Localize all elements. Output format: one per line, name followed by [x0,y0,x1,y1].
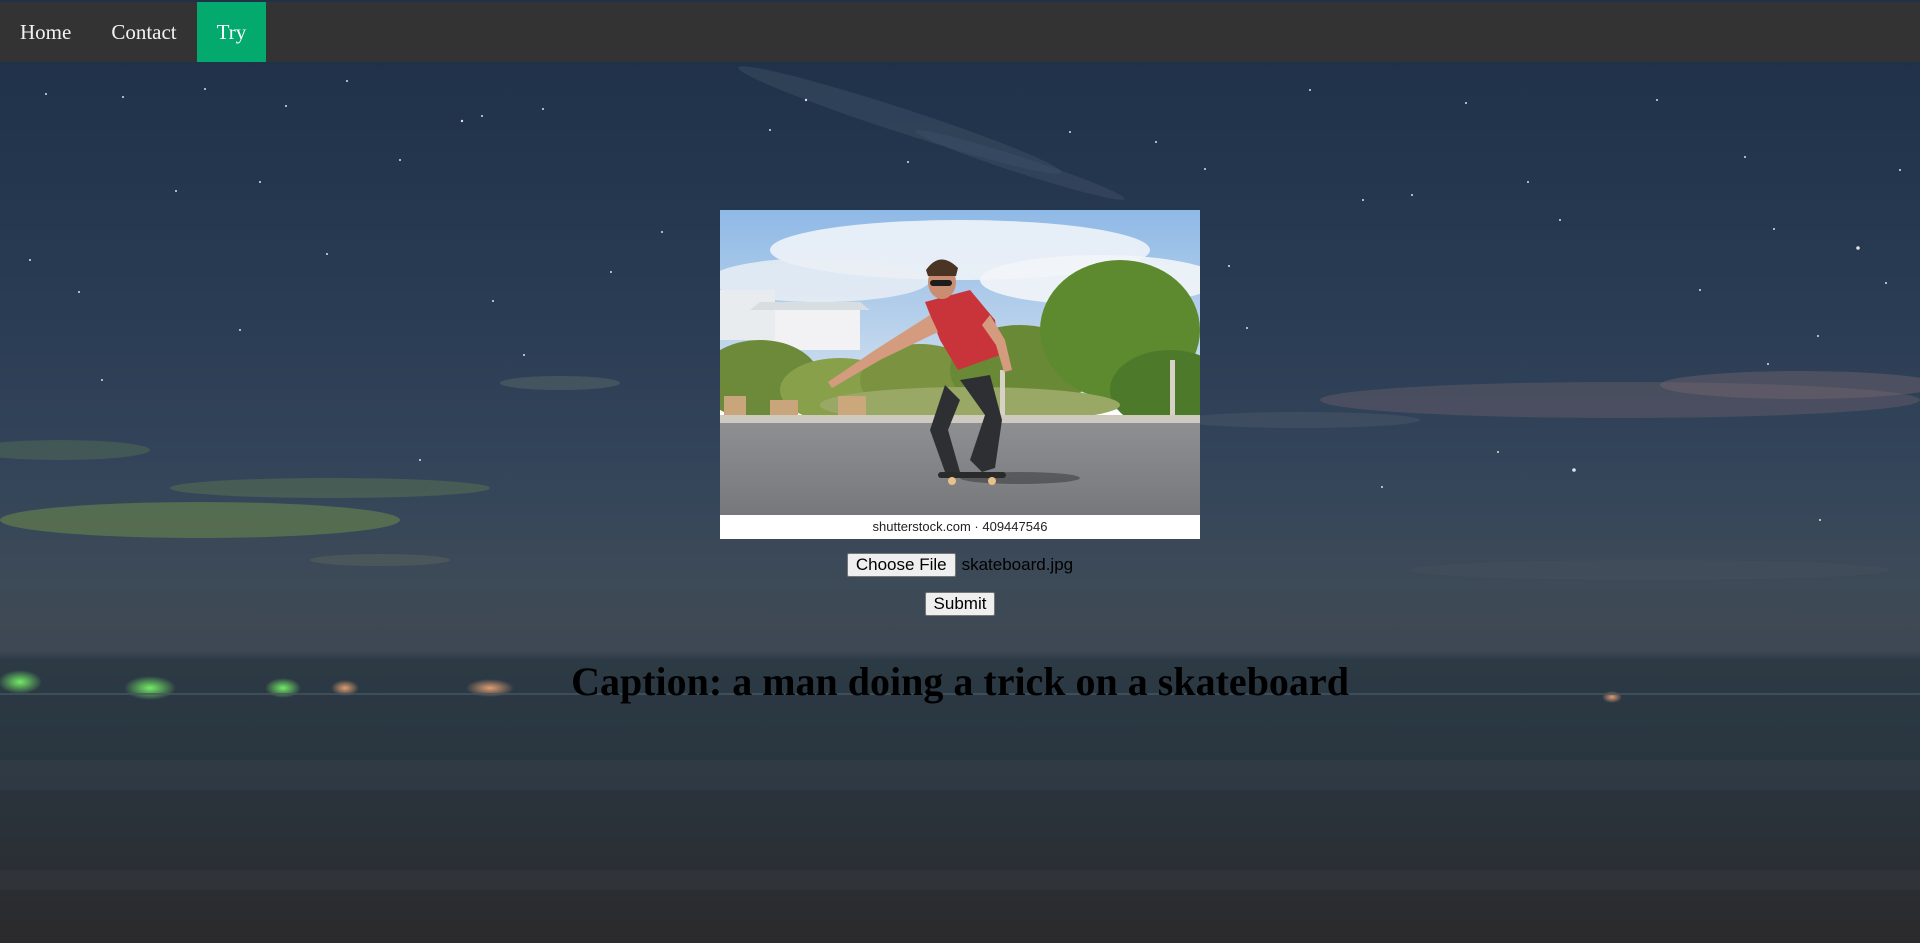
file-input: Choose File skateboard.jpg [0,553,1920,577]
top-navigation-bar: Home Contact Try [0,2,1920,62]
caption-result: Caption: a man doing a trick on a skateb… [571,659,1349,704]
submit-button[interactable]: Submit [924,592,996,616]
skateboarder-photo [720,210,1200,515]
submit-row: Submit [0,592,1920,616]
main-content: shutterstock.com · 409447546 Choose File… [0,0,1920,943]
nav-link-try[interactable]: Try [196,2,267,62]
image-watermark: shutterstock.com · 409447546 [720,515,1200,539]
uploaded-image-preview: shutterstock.com · 409447546 [720,210,1200,539]
nav-link-contact[interactable]: Contact [91,2,196,62]
nav-link-home[interactable]: Home [0,2,91,62]
choose-file-button[interactable]: Choose File [846,553,956,577]
selected-file-name: skateboard.jpg [961,555,1074,574]
